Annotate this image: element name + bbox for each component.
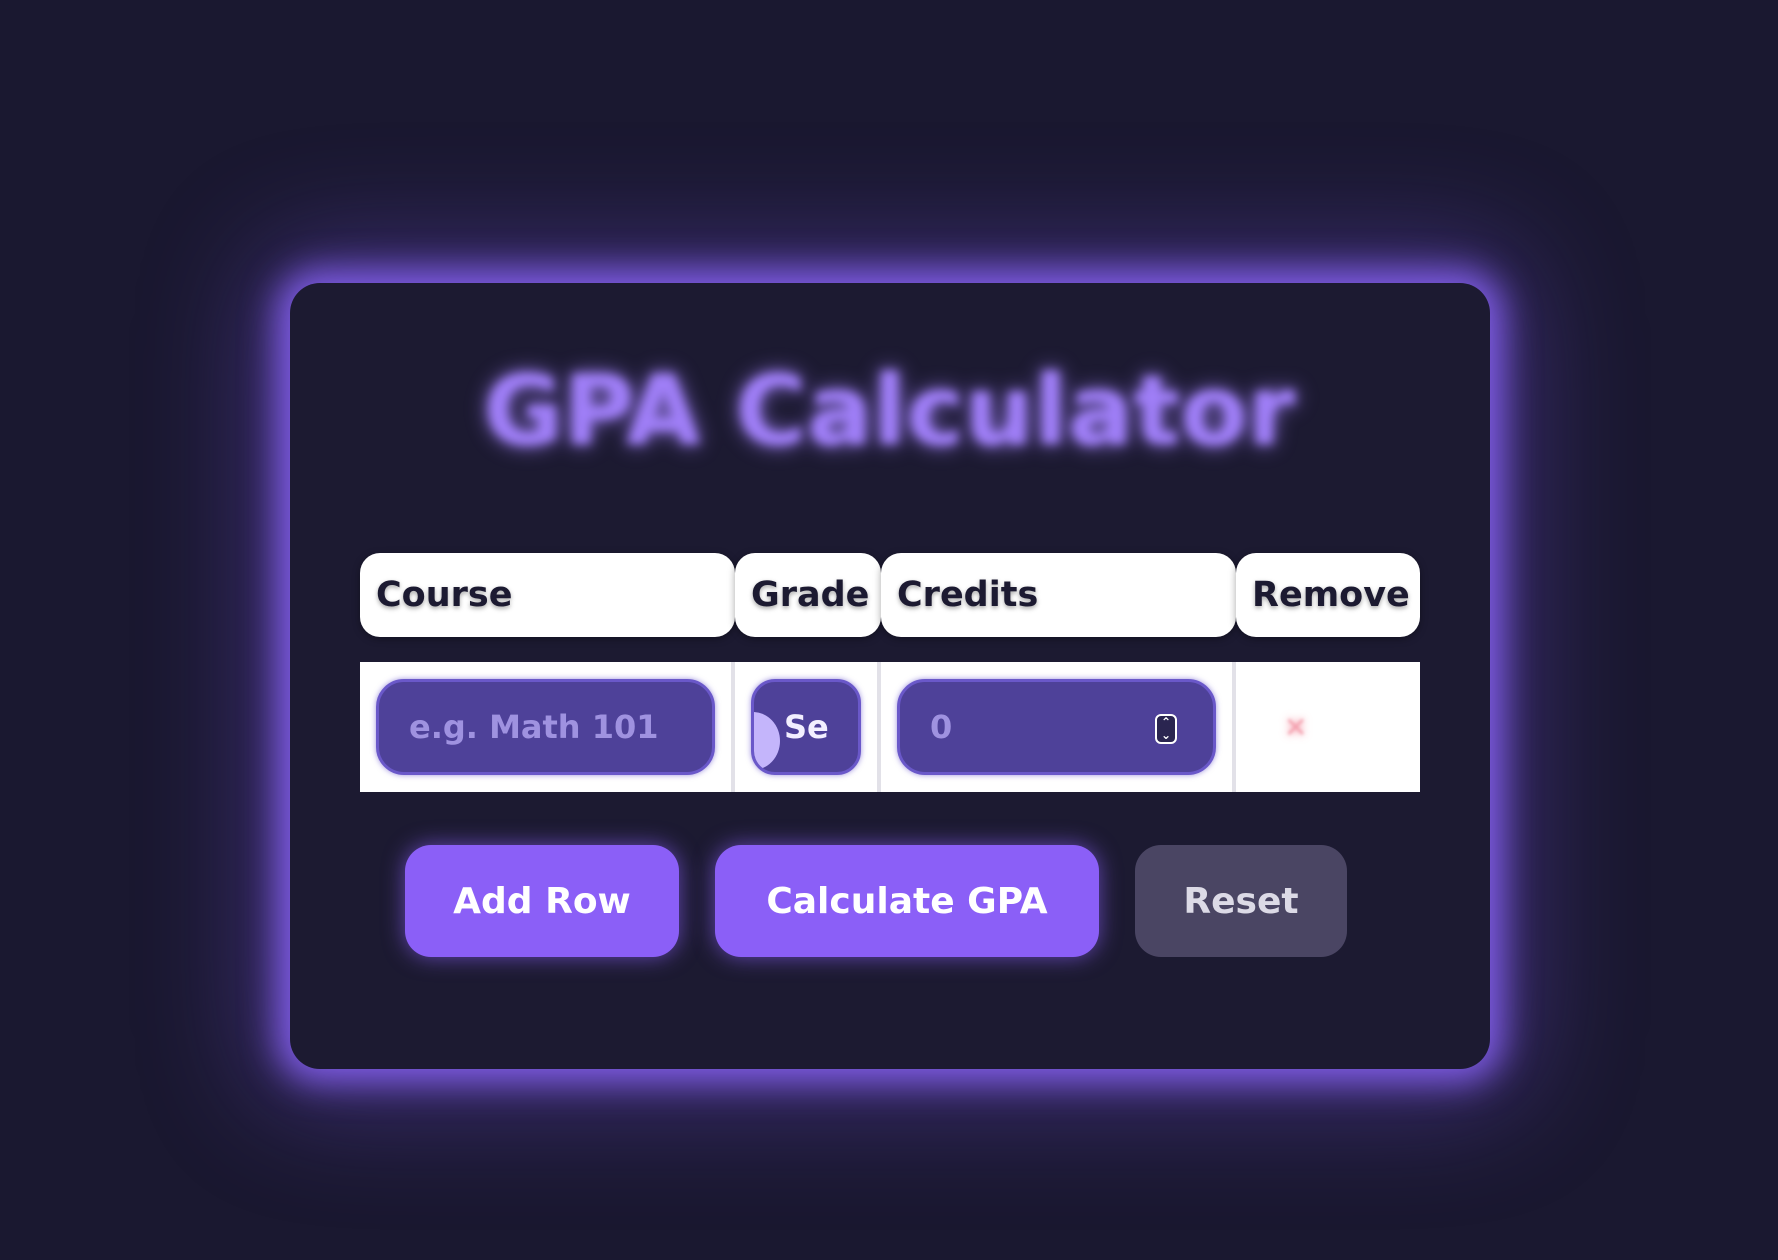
action-buttons: Add Row Calculate GPA Reset bbox=[405, 845, 1347, 957]
credits-stepper-icon[interactable]: ⌃ ⌄ bbox=[1155, 714, 1177, 744]
course-input[interactable]: e.g. Math 101 bbox=[376, 679, 715, 775]
header-credits: Credits bbox=[881, 553, 1236, 637]
calculator-card: GPA Calculator Course Grade Credits Remo… bbox=[290, 283, 1490, 1069]
close-icon[interactable]: ✕ bbox=[1284, 711, 1307, 744]
credits-value: 0 bbox=[930, 708, 953, 746]
add-row-button[interactable]: Add Row bbox=[405, 845, 679, 957]
grade-select-knob bbox=[754, 712, 780, 770]
table-row: e.g. Math 101 Se 0 ⌃ ⌄ ✕ bbox=[360, 662, 1420, 792]
grade-select[interactable]: Se bbox=[751, 679, 861, 775]
course-cell: e.g. Math 101 bbox=[360, 662, 735, 792]
page-title: GPA Calculator bbox=[483, 355, 1297, 467]
grade-select-value: Se bbox=[784, 708, 829, 746]
remove-cell: ✕ bbox=[1236, 662, 1420, 792]
table-header-row: Course Grade Credits Remove bbox=[360, 553, 1420, 637]
course-table: Course Grade Credits Remove e.g. Math 10… bbox=[360, 553, 1420, 792]
reset-button[interactable]: Reset bbox=[1135, 845, 1347, 957]
header-course: Course bbox=[360, 553, 735, 637]
header-remove: Remove bbox=[1236, 553, 1420, 637]
credits-cell: 0 ⌃ ⌄ bbox=[881, 662, 1236, 792]
credits-input[interactable]: 0 ⌃ ⌄ bbox=[897, 679, 1216, 775]
grade-cell: Se bbox=[735, 662, 881, 792]
header-grade: Grade bbox=[735, 553, 881, 637]
calculate-gpa-button[interactable]: Calculate GPA bbox=[715, 845, 1099, 957]
